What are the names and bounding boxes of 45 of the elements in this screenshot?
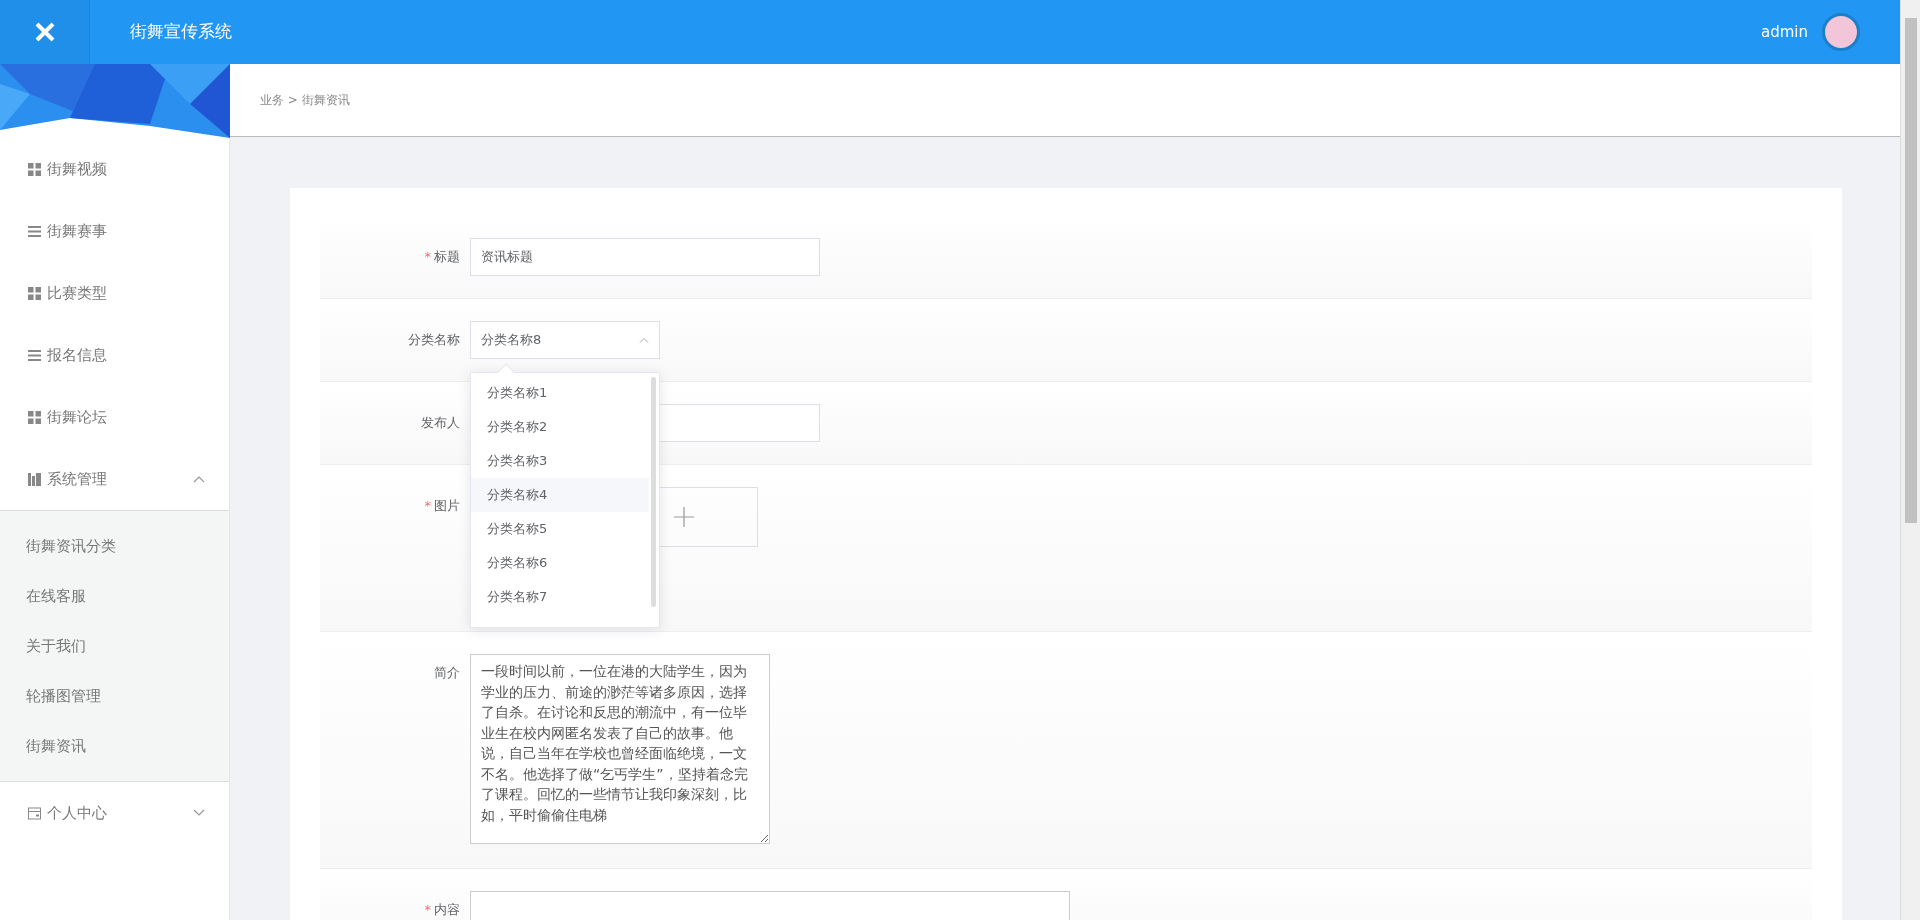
scrollbar[interactable]: [651, 377, 656, 607]
close-icon: [33, 21, 56, 43]
scrollbar[interactable]: [1900, 0, 1920, 920]
dropdown-option[interactable]: 分类名称2: [471, 410, 649, 444]
field-label: 分类名称: [407, 331, 461, 349]
sidebar-subitem[interactable]: 轮播图管理: [0, 671, 229, 721]
editor-field[interactable]: [470, 891, 1070, 920]
avatar-icon[interactable]: [1822, 13, 1860, 51]
sidebar-item[interactable]: 街舞论坛: [0, 386, 229, 448]
field-label: 简介: [433, 664, 461, 682]
sidebar-subitem[interactable]: 街舞资讯分类: [0, 521, 229, 571]
bars-icon: [28, 472, 41, 486]
field-label: * 内容: [423, 901, 461, 919]
sidebar-item[interactable]: 街舞视频: [0, 138, 229, 200]
text-field[interactable]: 资讯标题: [470, 238, 820, 276]
dropdown-option[interactable]: 分类名称1: [471, 376, 649, 410]
dropdown-option[interactable]: 分类名称7: [471, 580, 649, 614]
field-label: * 图片: [423, 497, 461, 515]
list-icon: [28, 224, 41, 238]
dropdown-option[interactable]: 分类名称3: [471, 444, 649, 478]
grid-icon: [28, 162, 41, 176]
field-label: 发布人: [420, 414, 461, 432]
breadcrumb: 业务 > 街舞资讯: [260, 92, 350, 109]
sidebar-item[interactable]: 系统管理: [0, 448, 229, 510]
sidebar-subitem[interactable]: 关于我们: [0, 621, 229, 671]
sidebar-item[interactable]: 报名信息: [0, 324, 229, 386]
sidebar-item[interactable]: 比赛类型: [0, 262, 229, 324]
sidebar-subitem[interactable]: 在线客服: [0, 571, 229, 621]
sidebar-item[interactable]: 个人中心: [0, 782, 229, 844]
dropdown-option[interactable]: 分类名称4: [471, 478, 649, 512]
sidebar-item[interactable]: 街舞赛事: [0, 200, 229, 262]
user-name[interactable]: admin: [1761, 20, 1808, 44]
card-icon: [28, 806, 41, 820]
field-label: * 标题: [423, 248, 461, 266]
grid-icon: [28, 286, 41, 300]
list-icon: [28, 348, 41, 362]
grid-icon: [28, 410, 41, 424]
app-title: 街舞宣传系统: [130, 20, 232, 44]
close-button[interactable]: [0, 0, 90, 64]
select-field[interactable]: 分类名称8: [470, 321, 660, 359]
sidebar-subitem[interactable]: 街舞资讯: [0, 721, 229, 771]
dropdown-option[interactable]: 分类名称6: [471, 546, 649, 580]
plus-icon: [674, 507, 694, 527]
textarea-field[interactable]: 一段时间以前，一位在港的大陆学生，因为学业的压力、前途的渺茫等诸多原因，选择了自杀。在讨论和反思的潮流中，有一位毕业生在校内网匿名发表了自己的故事。他说，自己当年在学校也曾经面临绝境，一文不名。他选择了做“乞丐学生”，坚持着念完了课程。回忆的一些情节让我印象深刻，比如，平时偷偷住电梯: [470, 654, 770, 844]
dropdown-option[interactable]: 分类名称5: [471, 512, 649, 546]
